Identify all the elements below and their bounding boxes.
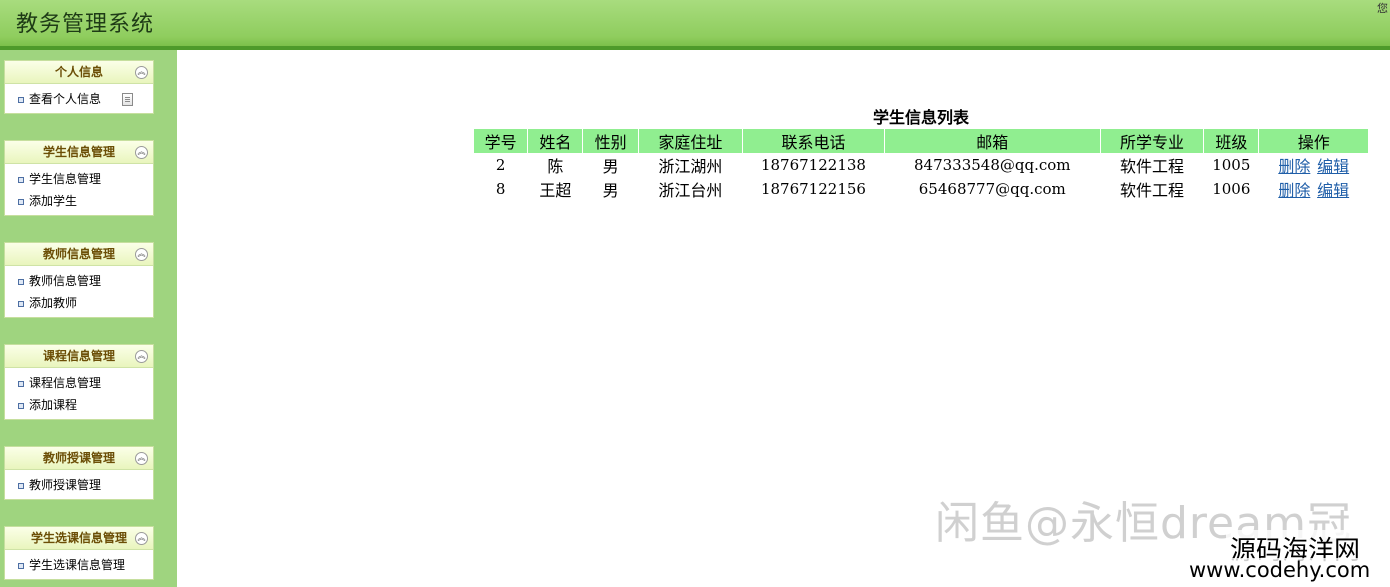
cell-gender: 男 [602, 181, 619, 200]
column-header: 班级 [1204, 129, 1259, 153]
cell-name: 陈 [547, 157, 564, 176]
delete-link[interactable]: 删除 [1278, 181, 1310, 200]
collapse-icon[interactable]: ︽ [135, 532, 148, 545]
cell-major: 软件工程 [1119, 181, 1184, 200]
bullet-icon [18, 403, 24, 409]
table-header-row: 学号 姓名 性别 家庭住址 联系电话 邮箱 所学专业 班级 操作 [474, 129, 1368, 153]
collapse-icon[interactable]: ︽ [135, 350, 148, 363]
column-header: 姓名 [528, 129, 583, 153]
cell-id: 8 [495, 180, 506, 198]
sidebar-panel-course-management: 课程信息管理 ︽ 课程信息管理 添加课程 [4, 344, 154, 420]
cell-gender: 男 [602, 157, 619, 176]
column-header: 性别 [583, 129, 638, 153]
panel-title: 学生选课信息管理 [30, 531, 127, 545]
site-url-watermark: www.codehy.com [1185, 558, 1375, 582]
collapse-icon[interactable]: ︽ [135, 248, 148, 261]
sidebar-panel-teacher-management: 教师信息管理 ︽ 教师信息管理 添加教师 [4, 242, 154, 318]
panel-title: 教师信息管理 [42, 247, 115, 261]
collapse-icon[interactable]: ︽ [135, 146, 148, 159]
panel-header[interactable]: 个人信息 ︽ [5, 61, 153, 84]
column-header: 家庭住址 [638, 129, 743, 153]
column-header: 学号 [474, 129, 528, 153]
cell-class: 1006 [1212, 180, 1251, 198]
table-row: 8 王超 男 浙江台州 18767122156 65468777@qq.com … [474, 177, 1368, 201]
edit-link[interactable]: 编辑 [1317, 181, 1349, 200]
sidebar-item-teacher-management[interactable]: 教师信息管理 [5, 270, 153, 292]
bullet-icon [18, 301, 24, 307]
panel-title: 学生信息管理 [42, 145, 115, 159]
column-header: 邮箱 [884, 129, 1100, 153]
cell-id: 2 [495, 156, 506, 174]
panel-header[interactable]: 课程信息管理 ︽ [5, 345, 153, 368]
sidebar-item-label: 学生选课信息管理 [29, 558, 126, 572]
sidebar-panel-student-management: 学生信息管理 ︽ 学生信息管理 添加学生 [4, 140, 154, 216]
sidebar-item-view-profile[interactable]: 查看个人信息 [5, 88, 153, 110]
sidebar: 个人信息 ︽ 查看个人信息 学生信息管理 ︽ 学生信息管理 添加学生 教师信息管… [0, 50, 177, 587]
bullet-icon [18, 199, 24, 205]
sidebar-item-label: 添加学生 [29, 194, 78, 208]
collapse-icon[interactable]: ︽ [135, 452, 148, 465]
user-greeting: 您 [1377, 2, 1388, 15]
column-header: 操作 [1259, 129, 1368, 153]
bullet-icon [18, 97, 24, 103]
bullet-icon [18, 381, 24, 387]
table-row: 2 陈 男 浙江湖州 18767122138 847333548@qq.com … [474, 153, 1368, 177]
sidebar-item-label: 查看个人信息 [29, 92, 102, 106]
collapse-icon[interactable]: ︽ [135, 66, 148, 79]
sidebar-panel-course-selection: 学生选课信息管理 ︽ 学生选课信息管理 [4, 526, 154, 580]
panel-title: 个人信息 [54, 65, 103, 79]
app-header: 教务管理系统 您 [0, 0, 1390, 50]
sidebar-item-add-student[interactable]: 添加学生 [5, 190, 153, 212]
panel-title: 课程信息管理 [42, 349, 115, 363]
cell-name: 王超 [539, 181, 572, 200]
sidebar-item-label: 添加教师 [29, 296, 78, 310]
cell-address: 浙江台州 [658, 181, 723, 200]
sidebar-item-teaching-management[interactable]: 教师授课管理 [5, 474, 153, 496]
sidebar-item-add-course[interactable]: 添加课程 [5, 394, 153, 416]
sidebar-panel-personal-info: 个人信息 ︽ 查看个人信息 [4, 60, 154, 114]
cell-major: 软件工程 [1119, 157, 1184, 176]
sidebar-item-add-teacher[interactable]: 添加教师 [5, 292, 153, 314]
panel-title: 教师授课管理 [42, 451, 115, 465]
panel-header[interactable]: 学生信息管理 ︽ [5, 141, 153, 164]
sidebar-item-course-selection-management[interactable]: 学生选课信息管理 [5, 554, 153, 576]
bullet-icon [18, 563, 24, 569]
bullet-icon [18, 177, 24, 183]
sidebar-item-label: 课程信息管理 [29, 376, 102, 390]
cell-phone: 18767122156 [760, 180, 866, 198]
sidebar-panel-teaching-management: 教师授课管理 ︽ 教师授课管理 [4, 446, 154, 500]
cell-class: 1005 [1212, 156, 1251, 174]
panel-header[interactable]: 学生选课信息管理 ︽ [5, 527, 153, 550]
cell-actions: 删除 编辑 [1259, 177, 1368, 201]
sidebar-item-student-management[interactable]: 学生信息管理 [5, 168, 153, 190]
column-header: 联系电话 [743, 129, 884, 153]
list-title: 学生信息列表 [872, 108, 969, 127]
cell-email: 65468777@qq.com [918, 180, 1066, 198]
document-icon [122, 93, 133, 106]
edit-link[interactable]: 编辑 [1317, 157, 1349, 176]
sidebar-item-course-management[interactable]: 课程信息管理 [5, 372, 153, 394]
sidebar-item-label: 添加课程 [29, 398, 78, 412]
sidebar-item-label: 教师信息管理 [29, 274, 102, 288]
bullet-icon [18, 483, 24, 489]
bullet-icon [18, 279, 24, 285]
cell-actions: 删除 编辑 [1259, 153, 1368, 177]
sidebar-item-label: 学生信息管理 [29, 172, 102, 186]
student-table: 学号 姓名 性别 家庭住址 联系电话 邮箱 所学专业 班级 操作 2 陈 男 浙… [473, 129, 1369, 201]
panel-header[interactable]: 教师信息管理 ︽ [5, 243, 153, 266]
sidebar-item-label: 教师授课管理 [29, 478, 102, 492]
panel-header[interactable]: 教师授课管理 ︽ [5, 447, 153, 470]
cell-phone: 18767122138 [760, 156, 866, 174]
column-header: 所学专业 [1100, 129, 1204, 153]
cell-address: 浙江湖州 [658, 157, 723, 176]
delete-link[interactable]: 删除 [1278, 157, 1310, 176]
app-title: 教务管理系统 [16, 12, 155, 37]
cell-email: 847333548@qq.com [914, 156, 1071, 174]
